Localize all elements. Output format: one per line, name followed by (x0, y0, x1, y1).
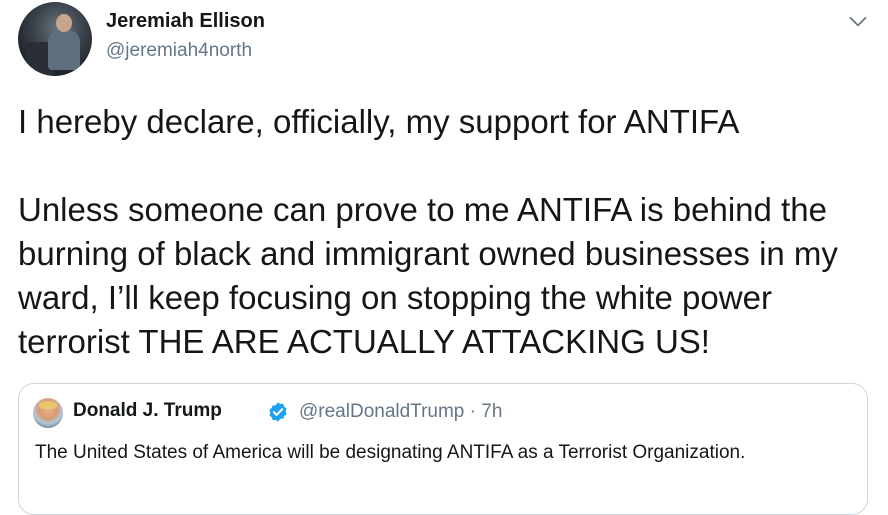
quoted-tweet[interactable]: Donald J. Trump @realDonaldTrump · 7h Th… (18, 383, 868, 515)
quoted-author-name: Donald J. Trump (73, 400, 222, 421)
author-handle[interactable]: @jeremiah4north (106, 40, 252, 62)
verified-badge-icon (269, 402, 287, 422)
quoted-author-avatar (33, 398, 63, 428)
quoted-handle-time: @realDonaldTrump · 7h (299, 401, 503, 422)
avatar-figure-body (48, 30, 80, 70)
author-name[interactable]: Jeremiah Ellison (106, 10, 265, 33)
quoted-tweet-text: The United States of America will be des… (35, 442, 746, 463)
tweet-text: I hereby declare, officially, my support… (18, 103, 838, 360)
author-avatar[interactable] (18, 2, 92, 76)
avatar-figure-head (56, 14, 72, 32)
chevron-down-icon[interactable] (845, 8, 871, 34)
avatar-hair (39, 401, 57, 409)
